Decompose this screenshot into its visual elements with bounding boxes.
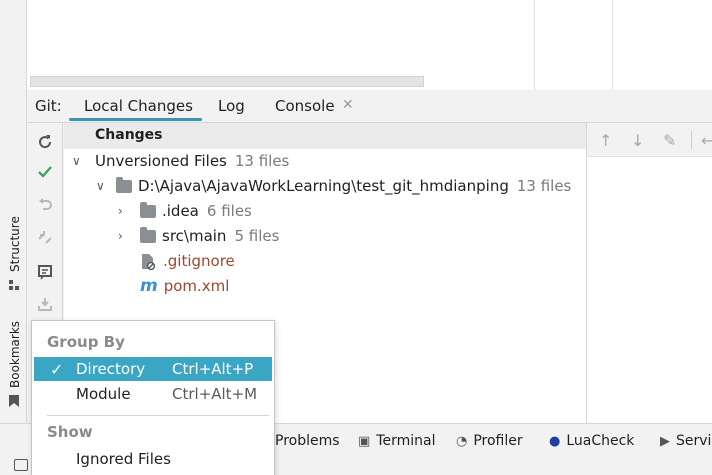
menu-item-directory[interactable]: ✓ Directory Ctrl+Alt+P <box>34 357 272 381</box>
unversioned-count: 13 files <box>234 152 290 170</box>
menu-item-module[interactable]: Module Ctrl+Alt+M <box>34 382 272 406</box>
tree-node-folder[interactable]: › .idea 6 files <box>118 200 252 222</box>
menu-item-shortcut: Ctrl+Alt+P <box>172 360 254 378</box>
editor-divider <box>534 0 535 90</box>
tab-log[interactable]: Log <box>218 97 245 115</box>
arrow-up-icon[interactable]: ↑ <box>599 131 612 150</box>
tree-node-file[interactable]: m pom.xml <box>140 275 229 297</box>
folder-count: 6 files <box>206 202 252 220</box>
diff-toolbar: ↑ ↓ ✎ ← <box>587 123 712 157</box>
bookmarks-tab-label[interactable]: Bookmarks <box>8 321 22 388</box>
maven-icon: m <box>140 276 158 296</box>
folder-icon <box>140 201 156 218</box>
chevron-right-icon[interactable]: › <box>118 229 130 243</box>
group-by-popup-menu: Group By ✓ Directory Ctrl+Alt+P Module C… <box>31 320 275 475</box>
root-folder-label: D:\Ajava\AjavaWorkLearning\test_git_hmdi… <box>138 177 509 195</box>
services-tab[interactable]: ▶ Servi <box>660 433 711 449</box>
tree-node-file[interactable]: .gitignore <box>140 250 235 272</box>
check-icon: ✓ <box>50 359 64 379</box>
file-label: pom.xml <box>163 277 230 295</box>
menu-item-label: Module <box>76 385 131 403</box>
menu-item-shortcut: Ctrl+Alt+M <box>172 385 258 403</box>
folder-label: src\main <box>162 227 227 245</box>
structure-icon[interactable] <box>9 280 19 290</box>
file-label: .gitignore <box>163 252 235 270</box>
profiler-tab[interactable]: ◔ Profiler <box>456 433 523 449</box>
changes-title: Changes <box>95 127 163 143</box>
active-tab-indicator <box>69 118 202 121</box>
root-folder-count: 13 files <box>516 177 572 195</box>
shelve-icon[interactable] <box>36 295 54 313</box>
arrow-down-icon[interactable]: ↓ <box>631 131 644 150</box>
diff-arrows-icon[interactable] <box>36 228 54 246</box>
menu-item-ignored-files[interactable]: Ignored Files <box>34 447 272 471</box>
git-tool-window-header: Git: Local Changes Log Console ✕ <box>28 90 712 123</box>
problems-label: Problems <box>275 433 340 449</box>
profiler-icon: ◔ <box>456 433 468 449</box>
refresh-icon[interactable] <box>36 133 54 151</box>
luacheck-label: LuaCheck <box>566 433 635 449</box>
menu-separator <box>47 415 269 416</box>
tree-node-root[interactable]: ∨ D:\Ajava\AjavaWorkLearning\test_git_hm… <box>96 175 571 197</box>
folder-icon <box>116 176 132 193</box>
services-label: Servi <box>676 433 712 449</box>
problems-tab[interactable]: Problems <box>275 433 340 449</box>
folder-count: 5 files <box>234 227 280 245</box>
structure-tab-label[interactable]: Structure <box>8 216 22 272</box>
folder-label: .idea <box>162 202 199 220</box>
show-heading: Show <box>47 423 93 441</box>
gitignore-file-icon <box>142 253 156 270</box>
tree-node-folder[interactable]: › src\main 5 files <box>118 225 279 247</box>
terminal-label: Terminal <box>376 433 436 449</box>
chevron-right-icon[interactable]: › <box>118 204 130 218</box>
menu-item-label: Ignored Files <box>76 450 171 468</box>
tab-console[interactable]: Console <box>275 97 335 115</box>
terminal-icon: ▣ <box>358 433 371 449</box>
left-tool-strip: Structure Bookmarks <box>0 0 27 475</box>
rollback-icon[interactable] <box>36 196 54 214</box>
commit-check-icon[interactable] <box>36 163 54 181</box>
layout-icon[interactable] <box>14 459 28 471</box>
git-label: Git: <box>35 97 62 115</box>
tree-node-unversioned[interactable]: ∨ Unversioned Files 13 files <box>72 150 289 172</box>
terminal-tab[interactable]: ▣ Terminal <box>358 433 435 449</box>
services-icon: ▶ <box>660 433 670 449</box>
bookmark-icon[interactable] <box>9 395 19 407</box>
changes-header: Changes <box>64 123 586 149</box>
luacheck-tab[interactable]: ● LuaCheck <box>549 433 634 449</box>
menu-item-label: Directory <box>76 360 146 378</box>
profiler-label: Profiler <box>473 433 523 449</box>
chevron-down-icon[interactable]: ∨ <box>72 154 84 168</box>
close-icon[interactable]: ✕ <box>342 97 354 113</box>
chevron-down-icon[interactable]: ∨ <box>96 179 108 193</box>
arrow-left-icon[interactable]: ← <box>701 131 712 150</box>
horizontal-scrollbar[interactable] <box>30 76 424 87</box>
unversioned-label: Unversioned Files <box>95 152 227 170</box>
tab-local-changes[interactable]: Local Changes <box>84 97 193 115</box>
toolbar-divider <box>691 131 692 149</box>
editor-divider <box>612 0 613 90</box>
changelist-icon[interactable] <box>36 263 54 281</box>
lua-icon: ● <box>549 433 561 449</box>
edit-icon[interactable]: ✎ <box>663 131 676 150</box>
diff-preview-panel: ↑ ↓ ✎ ← <box>586 123 712 423</box>
folder-icon <box>140 226 156 243</box>
group-by-heading: Group By <box>47 333 125 351</box>
